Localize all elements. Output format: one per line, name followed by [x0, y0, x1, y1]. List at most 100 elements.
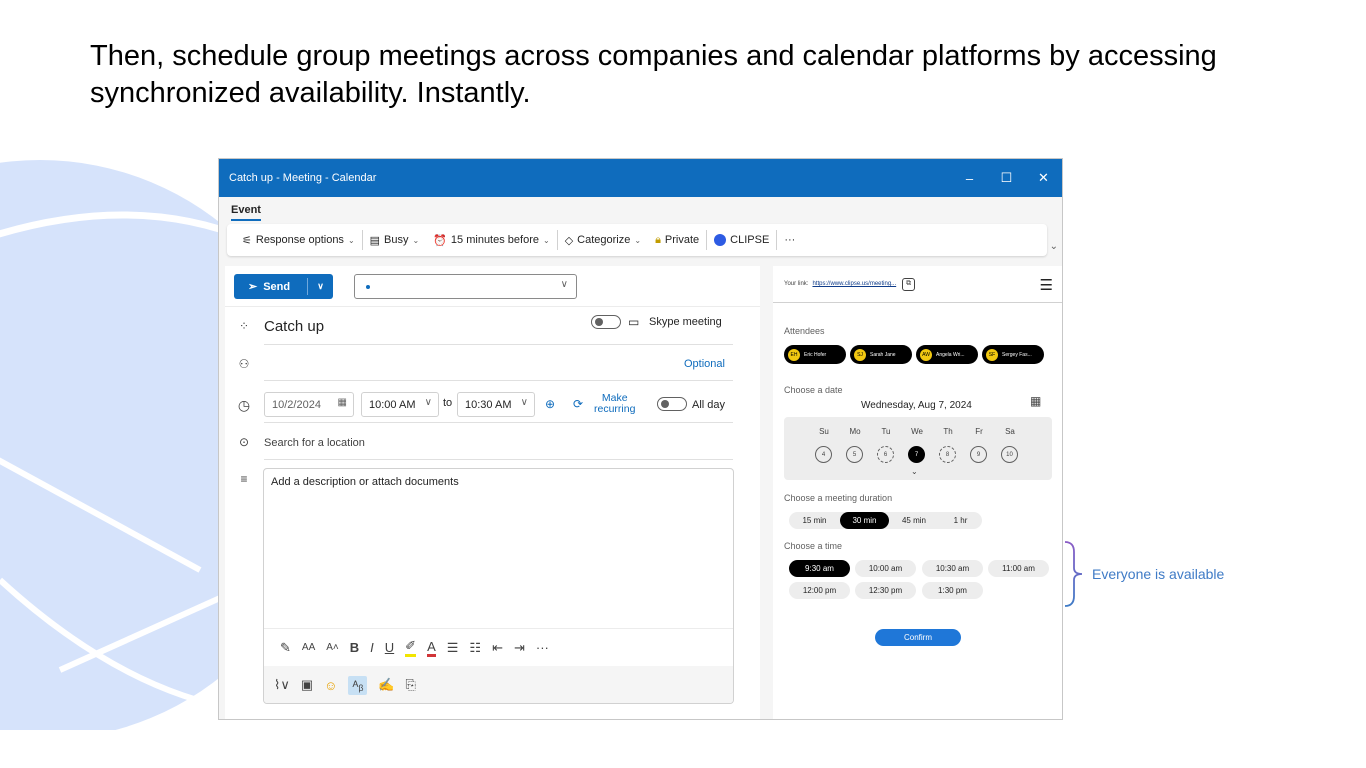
make-recurring-link[interactable]: Make recurring	[594, 393, 635, 415]
chevron-down-icon: ∨	[520, 397, 528, 408]
all-day-toggle[interactable]	[657, 397, 687, 411]
emoji-icon[interactable]: ☺	[324, 678, 337, 693]
categorize-button[interactable]: ◇ Categorize ⌄	[558, 228, 648, 252]
time-slot[interactable]: 12:30 pm	[855, 582, 916, 599]
response-options-button[interactable]: ⚟ Response options ⌄	[235, 228, 362, 252]
attendee-chip[interactable]: SF Sergey Fas...	[982, 345, 1044, 364]
skype-meeting-toggle[interactable]	[591, 315, 621, 329]
increase-indent-icon[interactable]: ⇥	[514, 640, 525, 656]
more-options-button[interactable]: ···	[777, 228, 802, 252]
event-title-input[interactable]: Catch up	[264, 318, 324, 335]
more-formatting-icon[interactable]: ···	[536, 640, 549, 655]
minimize-button[interactable]: –	[951, 159, 988, 197]
selected-date: Wednesday, Aug 7, 2024	[861, 400, 972, 411]
close-button[interactable]: ✕	[1025, 159, 1062, 197]
attendee-name: Sarah Jane	[870, 351, 896, 358]
underline-icon[interactable]: U	[385, 640, 394, 655]
end-time-select[interactable]: 10:30 AM ∨	[457, 392, 535, 417]
tab-event[interactable]: Event	[231, 204, 261, 221]
highlight-icon[interactable]: ✐	[405, 638, 417, 657]
time-slot[interactable]: 1:30 pm	[922, 582, 983, 599]
copy-icon[interactable]: ⧉	[902, 277, 916, 291]
time-slot[interactable]: 12:00 pm	[789, 582, 850, 599]
hamburger-menu-icon[interactable]: ☰	[1040, 276, 1053, 294]
send-button[interactable]: ➢ Send ∨	[234, 274, 333, 299]
avatar: EH	[788, 348, 800, 361]
editor-icon[interactable]: ᴬᵦ	[348, 675, 368, 695]
start-time-select[interactable]: 10:00 AM ∨	[361, 392, 439, 417]
font-color-icon[interactable]: A	[427, 639, 436, 657]
time-slot[interactable]: 11:00 am	[988, 560, 1049, 577]
weekday-label: Sa	[1005, 427, 1015, 436]
weekday-label: Fr	[975, 427, 983, 436]
format-painter-icon[interactable]: ✎	[280, 640, 291, 656]
busy-label: Busy	[384, 234, 409, 246]
avatar: SF	[986, 348, 998, 361]
day-button[interactable]: 10	[1001, 446, 1018, 463]
globe-icon[interactable]: ⊕	[541, 397, 559, 411]
day-button[interactable]: 8	[939, 446, 956, 463]
ribbon-expand-icon[interactable]: ⌄	[1050, 241, 1058, 252]
week-picker: Su Mo Tu We Th Fr Sa 4 5 6 7 8 9 10 ⌄	[784, 417, 1052, 480]
signature-icon[interactable]: ✍	[378, 677, 394, 693]
maximize-button[interactable]: ☐	[988, 159, 1025, 197]
from-account-select[interactable]: ∨	[354, 274, 577, 299]
time-slot[interactable]: 10:00 am	[855, 560, 916, 577]
chevron-down-icon[interactable]: ⌄	[911, 467, 918, 476]
send-label: Send	[263, 280, 291, 293]
day-button[interactable]: 6	[877, 446, 894, 463]
clipse-button[interactable]: CLIPSE	[707, 228, 776, 252]
duration-option[interactable]: 15 min	[789, 512, 840, 529]
send-options-chevron-icon[interactable]: ∨	[308, 281, 333, 292]
time-slot-selected[interactable]: 9:30 am	[789, 560, 850, 577]
weekday-label: Th	[943, 427, 953, 436]
confirm-button[interactable]: Confirm	[875, 629, 961, 646]
day-button[interactable]: 5	[846, 446, 863, 463]
location-input[interactable]: Search for a location	[264, 437, 365, 449]
meeting-link[interactable]: https://www.clipse.us/meeting...	[812, 281, 896, 287]
clock-icon: ◷	[237, 397, 251, 413]
compose-pane: ➢ Send ∨ ∨ ⁘ Catch up ▭ Skype meeting ⚇ …	[225, 266, 760, 719]
grow-font-icon[interactable]: A˄	[326, 642, 339, 653]
attendee-chip[interactable]: AW Angela Wri...	[916, 345, 978, 364]
attendee-chip[interactable]: SJ Sarah Jane	[850, 345, 912, 364]
video-camera-icon: ▭	[628, 315, 640, 329]
font-size-icon[interactable]: AA	[302, 642, 315, 653]
bullets-icon[interactable]: ☰	[447, 640, 459, 656]
bold-icon[interactable]: B	[350, 640, 359, 655]
description-editor[interactable]: Add a description or attach documents ✎ …	[263, 468, 734, 704]
day-button[interactable]: 9	[970, 446, 987, 463]
attach-icon[interactable]: ⌇∨	[274, 677, 290, 693]
recurring-icon[interactable]: ⟳	[569, 397, 587, 411]
optional-attendees-link[interactable]: Optional	[684, 358, 725, 370]
private-label: Private	[664, 234, 700, 246]
numbering-icon[interactable]: ☷	[469, 640, 481, 656]
send-main[interactable]: ➢ Send	[234, 280, 307, 294]
italic-icon[interactable]: I	[370, 640, 374, 655]
duration-label: Choose a meeting duration	[784, 493, 893, 503]
duration-option-selected[interactable]: 30 min	[840, 512, 889, 529]
decrease-indent-icon[interactable]: ⇤	[492, 640, 503, 656]
attendee-chip[interactable]: EH Eric Hofer	[784, 345, 846, 364]
chevron-down-icon: ∨	[424, 397, 432, 408]
day-button-selected[interactable]: 7	[908, 446, 925, 463]
loop-component-icon[interactable]: ⎘	[406, 677, 416, 693]
date-value: 10/2/2024	[272, 398, 321, 411]
reminder-button[interactable]: ⏰ 15 minutes before ⌄	[426, 228, 556, 252]
calendar-icon[interactable]: ▦	[1030, 394, 1041, 408]
insert-toolbar: ⌇∨ ▣ ☺ ᴬᵦ ✍ ⎘	[264, 666, 733, 703]
divider	[264, 380, 733, 381]
attendee-name: Angela Wri...	[936, 351, 965, 358]
time-slot[interactable]: 10:30 am	[922, 560, 983, 577]
busy-button[interactable]: ▤ Busy ⌄	[363, 228, 427, 252]
duration-option[interactable]: 45 min	[889, 512, 939, 529]
weekday-label: Mo	[849, 427, 861, 436]
date-picker[interactable]: 10/2/2024 ▦	[264, 392, 354, 417]
private-button[interactable]: 🔒︎ Private	[648, 228, 706, 252]
curly-brace-icon	[1064, 541, 1083, 607]
duration-selector: 15 min 30 min 45 min 1 hr	[789, 512, 982, 529]
day-button[interactable]: 4	[815, 446, 832, 463]
availability-annotation: Everyone is available	[1092, 566, 1225, 582]
duration-option[interactable]: 1 hr	[939, 512, 982, 529]
image-icon[interactable]: ▣	[301, 677, 313, 693]
